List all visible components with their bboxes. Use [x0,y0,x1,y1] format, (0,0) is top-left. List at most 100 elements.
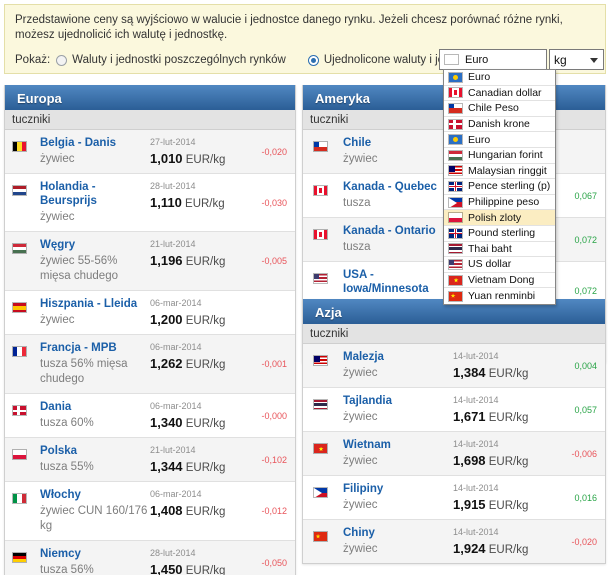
panel-subtitle-europa: tuczniki [5,110,295,130]
market-row[interactable]: Węgry żywiec 55-56% mięsa chudego 21-lut-2… [5,232,295,291]
panel-title: Azja [315,304,342,320]
market-name-link[interactable]: Malezja [343,350,451,364]
flag-icon-fr [12,346,27,358]
row-flag [313,136,343,156]
currency-option-label: Euro [468,133,491,146]
quote-price: 1,262 EUR/kg [150,356,243,371]
radio-individual-label: Waluty i jednostki poszczególnych rynków [72,54,286,66]
market-row[interactable]: Hiszpania - Lleida żywiec 06-mar-2014 1,200… [5,291,295,335]
quote-date: 14-lut-2014 [453,439,499,449]
row-name-cell: Chiny żywiec [343,526,451,557]
flag-icon-pl [12,449,27,461]
market-name-link[interactable]: Kanada - Quebec [343,180,451,194]
row-name-cell: Filipiny żywiec [343,482,451,513]
market-description: żywiec [40,153,75,165]
market-row[interactable]: Holandia - Beursprijs żywiec 28-lut-2014 1,… [5,174,295,232]
currency-option-label: Philippine peso [468,196,540,209]
flag-icon-pl [448,212,463,224]
price-unit: EUR/kg [185,256,226,268]
row-data-cell: 14-lut-2014 1,915 EUR/kg [451,482,553,512]
row-data-cell: 14-lut-2014 1,671 EUR/kg [451,394,553,424]
currency-option-label: US dollar [468,258,512,271]
market-row[interactable]: Niemcy tusza 56% 28-lut-2014 1,450 EUR/kg -0… [5,541,295,575]
row-name-cell: Malezja żywiec [343,350,451,381]
market-name-link[interactable]: Wietnam [343,438,451,452]
flag-icon-my [448,165,463,177]
market-row[interactable]: Tajlandia żywiec 14-lut-2014 1,671 EUR/kg 0,… [303,388,605,432]
market-row[interactable]: Włochy żywiec CUN 160/176 kg 06-mar-2014 1,… [5,482,295,541]
euro-flag-icon [444,54,459,65]
market-name-link[interactable]: USA - Iowa/Minnesota [343,268,451,296]
market-row[interactable]: Malezja żywiec 14-lut-2014 1,384 EUR/kg 0,00… [303,344,605,388]
notice-text: Przedstawione ceny są wyjściowo w waluci… [15,14,563,41]
market-name-link[interactable]: Włochy [40,488,148,502]
market-name-link[interactable]: Kanada - Ontario [343,224,451,238]
currency-option-danish-krone[interactable]: Danish krone [444,117,555,133]
currency-option-polish-zloty[interactable]: Polish zloty [444,210,555,226]
currency-option-pound-sterling[interactable]: Pound sterling [444,226,555,242]
market-name-link[interactable]: Hiszpania - Lleida [40,297,148,311]
currency-option-philippine-peso[interactable]: Philippine peso [444,195,555,211]
row-name-cell: Chile żywiec [343,136,451,167]
market-description: żywiec [343,367,378,379]
unify-selects: Euro kg [439,49,604,70]
market-name-link[interactable]: Chiny [343,526,451,540]
market-row[interactable]: Wietnam żywiec 14-lut-2014 1,698 EUR/kg -0,0… [303,432,605,476]
market-row[interactable]: Chiny żywiec 14-lut-2014 1,924 EUR/kg -0,020 [303,520,605,563]
flag-icon-it [12,493,27,505]
market-name-link[interactable]: Tajlandia [343,394,451,408]
radio-individual-icon[interactable] [56,54,68,66]
row-flag [313,180,343,200]
currency-option-hungarian-forint[interactable]: Hungarian forint [444,148,555,164]
unit-select-value: kg [554,52,567,67]
currency-option-euro[interactable]: Euro [444,132,555,148]
currency-select[interactable]: Euro [439,49,547,70]
price-change: 0,072 [574,285,597,296]
price-change: 0,072 [574,234,597,245]
market-row[interactable]: Belgia - Danis żywiec 27-lut-2014 1,010 EUR… [5,130,295,174]
currency-option-malaysian-ringgit[interactable]: Malaysian ringgit [444,164,555,180]
row-data-cell: 27-lut-2014 1,010 EUR/kg [148,136,243,166]
row-data-cell: 06-mar-2014 1,340 EUR/kg [148,400,243,430]
currency-option-pence-sterling-p[interactable]: Pence sterling (p) [444,179,555,195]
market-name-link[interactable]: Belgia - Danis [40,136,148,150]
currency-option-yuan-renminbi[interactable]: Yuan renminbi [444,288,555,304]
radio-option-individual[interactable]: Waluty i jednostki poszczególnych rynków [56,54,286,66]
market-row[interactable]: Francja - MPB tusza 56% mięsa chudego 06-m… [5,335,295,394]
row-flag [12,488,40,508]
radio-unified-icon[interactable] [307,54,319,66]
flag-icon-be [12,141,27,153]
market-name-link[interactable]: Holandia - Beursprijs [40,180,148,208]
row-data-cell: 21-lut-2014 1,344 EUR/kg [148,444,243,474]
market-row[interactable]: Polska tusza 55% 21-lut-2014 1,344 EUR/kg -0… [5,438,295,482]
price-value: 1,408 [150,503,183,518]
currency-option-vietnam-dong[interactable]: Vietnam Dong [444,273,555,289]
market-name-link[interactable]: Niemcy [40,547,148,561]
quote-price: 1,200 EUR/kg [150,312,243,327]
flag-icon-ca [313,185,328,197]
market-name-link[interactable]: Węgry [40,238,148,252]
currency-dropdown-list[interactable]: Euro Canadian dollar Chile Peso Danish kron… [443,69,556,305]
market-name-link[interactable]: Dania [40,400,148,414]
flag-icon-nl [12,185,27,197]
market-row[interactable]: Dania tusza 60% 06-mar-2014 1,340 EUR/kg -0,… [5,394,295,438]
currency-option-canadian-dollar[interactable]: Canadian dollar [444,86,555,102]
market-name-link[interactable]: Chile [343,136,451,150]
market-name-link[interactable]: Francja - MPB [40,341,148,355]
unit-select[interactable]: kg [549,49,604,70]
quote-date: 14-lut-2014 [453,351,499,361]
currency-option-label: Malaysian ringgit [468,164,547,177]
market-name-link[interactable]: Polska [40,444,148,458]
market-description: tusza 56% [40,564,94,575]
market-name-link[interactable]: Filipiny [343,482,451,496]
row-flag [12,238,40,258]
flag-icon-gb [448,180,463,192]
flag-icon-ca [313,229,328,241]
currency-option-chile-peso[interactable]: Chile Peso [444,101,555,117]
currency-option-thai-baht[interactable]: Thai baht [444,242,555,258]
row-data-cell: 14-lut-2014 1,924 EUR/kg [451,526,553,556]
currency-option-euro[interactable]: Euro [444,70,555,86]
price-change: -0,000 [261,410,287,421]
currency-option-us-dollar[interactable]: US dollar [444,257,555,273]
market-row[interactable]: Filipiny żywiec 14-lut-2014 1,915 EUR/kg 0,0… [303,476,605,520]
